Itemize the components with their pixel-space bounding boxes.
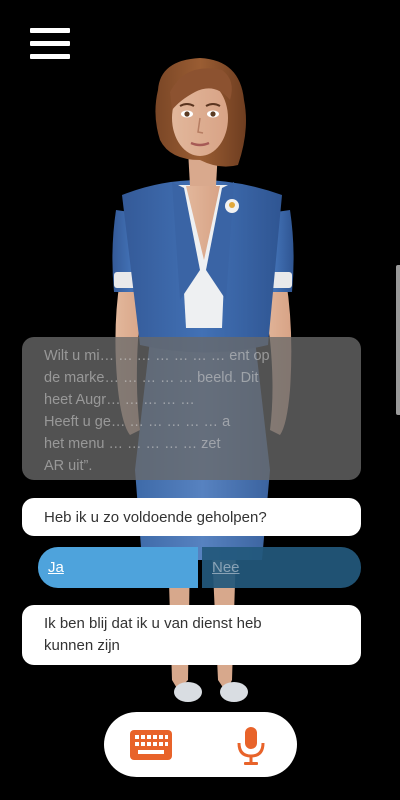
choice-yes-button[interactable]: Ja — [38, 547, 198, 588]
answer-choices: Ja Nee — [38, 547, 361, 588]
response-line-1: Ik ben blij dat ik u van dienst heb — [44, 615, 262, 632]
choice-no-label: Nee — [212, 559, 240, 576]
assistant-speech-bubble: Wilt u mi… … … … … … … ent op de marke… … — [22, 337, 361, 480]
hamburger-menu-icon[interactable] — [30, 28, 70, 62]
edge-scroll-handle[interactable] — [396, 265, 400, 415]
app-screen: Wilt u mi… … … … … … … ent op de marke… … — [0, 0, 400, 800]
response-bubble: Ik ben blij dat ik u van dienst heb kunn… — [22, 605, 361, 665]
input-toolbar — [104, 712, 297, 777]
choice-yes-label: Ja — [48, 559, 64, 576]
speech-line: Heeft u ge… … … … … … a — [44, 414, 231, 430]
keyboard-icon[interactable] — [130, 730, 172, 760]
microphone-icon[interactable] — [236, 726, 266, 766]
choice-no-button[interactable]: Nee — [202, 547, 361, 588]
menu-bar-bottom — [30, 54, 70, 59]
menu-bar-middle — [30, 41, 70, 46]
speech-line: AR uit”. — [44, 458, 93, 474]
question-bubble: Heb ik u zo voldoende geholpen? — [22, 498, 361, 536]
speech-line: de marke… … … … … beeld. Dit — [44, 370, 259, 386]
response-line-2: kunnen zijn — [44, 637, 120, 654]
menu-bar-top — [30, 28, 70, 33]
speech-line: Wilt u mi… … … … … … … ent op — [44, 348, 270, 364]
question-text: Heb ik u zo voldoende geholpen? — [44, 509, 267, 526]
speech-line: heet Augr… … … … … — [44, 392, 195, 408]
speech-line: het menu … … … … … zet — [44, 436, 221, 452]
